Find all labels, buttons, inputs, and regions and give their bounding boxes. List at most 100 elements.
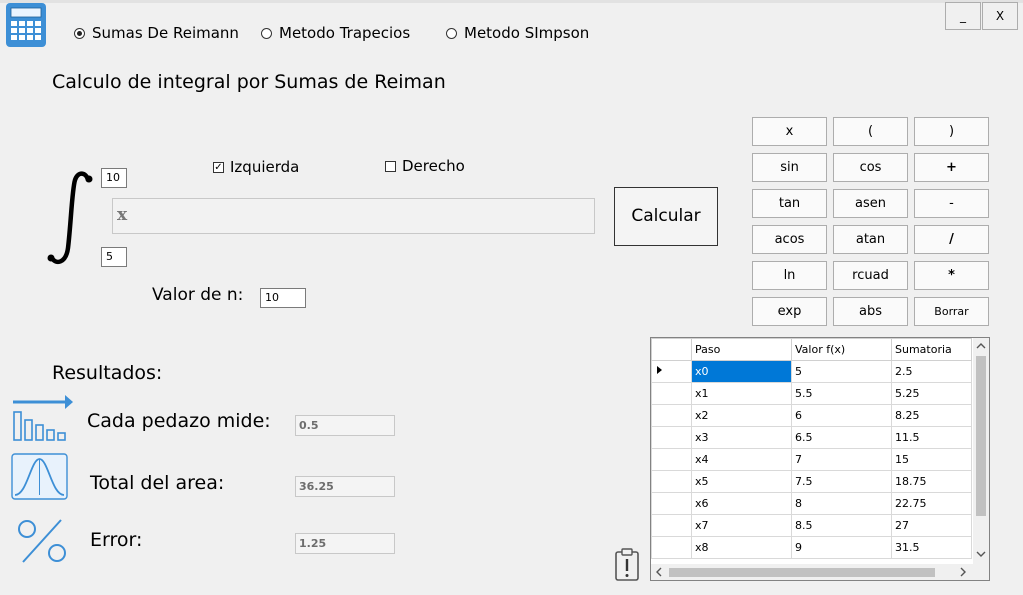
checkbox-checked-icon: ✓ <box>213 161 224 173</box>
key-tan[interactable]: tan <box>752 189 827 218</box>
upper-limit-input[interactable]: 10 <box>101 168 127 188</box>
key-cos[interactable]: cos <box>833 153 908 182</box>
key-open-paren[interactable]: ( <box>833 117 908 146</box>
calcular-button[interactable]: Calcular <box>614 187 718 246</box>
table-cell[interactable]: 8.25 <box>891 404 972 427</box>
results-heading: Resultados: <box>52 362 163 384</box>
table-row[interactable]: x8 9 31.5 <box>651 536 972 559</box>
row-header[interactable] <box>651 426 692 449</box>
table-cell[interactable]: 5 <box>791 360 892 383</box>
table-cell[interactable]: 5.25 <box>891 382 972 405</box>
horizontal-scrollbar[interactable] <box>651 564 989 580</box>
table-cell[interactable]: 5.5 <box>791 382 892 405</box>
key-asen[interactable]: asen <box>833 189 908 218</box>
table-cell[interactable]: 15 <box>891 448 972 471</box>
table-cell[interactable]: 6 <box>791 404 892 427</box>
table-cell[interactable]: 8.5 <box>791 514 892 537</box>
scroll-right-icon[interactable] <box>959 567 967 577</box>
table-cell[interactable]: x6 <box>691 492 792 515</box>
lower-limit-input[interactable]: 5 <box>101 247 127 267</box>
column-header-valor[interactable]: Valor f(x) <box>791 338 892 361</box>
scroll-left-icon[interactable] <box>655 567 663 577</box>
n-input[interactable]: 10 <box>260 288 306 308</box>
table-cell[interactable]: x3 <box>691 426 792 449</box>
table-cell[interactable]: 31.5 <box>891 536 972 559</box>
row-header[interactable] <box>651 470 692 493</box>
table-cell[interactable]: 8 <box>791 492 892 515</box>
table-cell[interactable]: x7 <box>691 514 792 537</box>
key-plus[interactable]: + <box>914 153 989 182</box>
scroll-down-icon[interactable] <box>976 550 986 558</box>
row-header[interactable] <box>651 514 692 537</box>
vertical-scrollbar[interactable] <box>973 338 989 564</box>
page-title: Calculo de integral por Sumas de Reiman <box>52 71 446 93</box>
table-cell[interactable]: 7 <box>791 448 892 471</box>
table-row[interactable]: x5 7.5 18.75 <box>651 470 972 493</box>
key-rcuad[interactable]: rcuad <box>833 261 908 290</box>
table-header-row: Paso Valor f(x) Sumatoria <box>651 338 972 361</box>
table-cell[interactable]: x8 <box>691 536 792 559</box>
key-minus[interactable]: - <box>914 189 989 218</box>
row-header[interactable] <box>651 404 692 427</box>
column-header-paso[interactable]: Paso <box>691 338 792 361</box>
row-header[interactable] <box>651 448 692 471</box>
table-cell[interactable]: x4 <box>691 448 792 471</box>
radio-metodo-simpson[interactable]: Metodo SImpson <box>446 23 589 43</box>
key-exp[interactable]: exp <box>752 297 827 326</box>
radio-sumas-riemann[interactable]: Sumas De Reimann <box>74 23 239 43</box>
key-abs[interactable]: abs <box>833 297 908 326</box>
table-row[interactable]: x4 7 15 <box>651 448 972 471</box>
key-acos[interactable]: acos <box>752 225 827 254</box>
key-multiply[interactable]: * <box>914 261 989 290</box>
table-row[interactable]: x3 6.5 11.5 <box>651 426 972 449</box>
table-cell[interactable]: 11.5 <box>891 426 972 449</box>
key-divide[interactable]: / <box>914 225 989 254</box>
error-label: Error: <box>90 529 143 551</box>
table-row[interactable]: x2 6 8.25 <box>651 404 972 427</box>
table-cell[interactable]: 22.75 <box>891 492 972 515</box>
table-cell[interactable]: 7.5 <box>791 470 892 493</box>
table-cell[interactable]: 9 <box>791 536 892 559</box>
key-close-paren[interactable]: ) <box>914 117 989 146</box>
table-row[interactable]: x6 8 22.75 <box>651 492 972 515</box>
key-atan[interactable]: atan <box>833 225 908 254</box>
table-cell[interactable]: x1 <box>691 382 792 405</box>
key-borrar[interactable]: Borrar <box>914 297 989 326</box>
table-cell[interactable]: x2 <box>691 404 792 427</box>
function-input[interactable]: x <box>112 198 595 234</box>
table-cell[interactable]: 18.75 <box>891 470 972 493</box>
table-cell[interactable]: 27 <box>891 514 972 537</box>
table-cell[interactable]: x0 <box>691 360 792 383</box>
table-cell[interactable]: 2.5 <box>891 360 972 383</box>
function-keypad: x ( ) sin cos + tan asen - acos atan / l… <box>752 117 992 329</box>
integral-icon <box>42 168 102 268</box>
key-ln[interactable]: ln <box>752 261 827 290</box>
key-sin[interactable]: sin <box>752 153 827 182</box>
checkbox-izquierda[interactable]: ✓ Izquierda <box>213 158 299 176</box>
table-cell[interactable]: x5 <box>691 470 792 493</box>
key-x[interactable]: x <box>752 117 827 146</box>
close-button[interactable]: X <box>982 2 1018 30</box>
radio-label: Sumas De Reimann <box>92 24 239 42</box>
minimize-button[interactable]: _ <box>945 2 981 30</box>
clipboard-alert-icon[interactable] <box>614 548 640 582</box>
results-table[interactable]: Paso Valor f(x) Sumatoria x0 5 2.5 x1 5.… <box>650 337 990 581</box>
table-row[interactable]: x7 8.5 27 <box>651 514 972 537</box>
scroll-up-icon[interactable] <box>976 342 986 350</box>
vertical-scroll-thumb[interactable] <box>976 356 986 516</box>
radio-metodo-trapecios[interactable]: Metodo Trapecios <box>261 23 410 43</box>
checkbox-derecho[interactable]: Derecho <box>385 157 465 175</box>
table-cell[interactable]: 6.5 <box>791 426 892 449</box>
checkbox-label: Izquierda <box>230 158 300 176</box>
row-header-current[interactable] <box>651 360 692 383</box>
row-header[interactable] <box>651 492 692 515</box>
horizontal-scroll-thumb[interactable] <box>669 568 935 577</box>
column-header-sumatoria[interactable]: Sumatoria <box>891 338 972 361</box>
row-header[interactable] <box>651 382 692 405</box>
row-header[interactable] <box>651 536 692 559</box>
area-label: Total del area: <box>90 472 225 494</box>
table-row[interactable]: x0 5 2.5 <box>651 360 972 383</box>
piece-label: Cada pedazo mide: <box>87 410 271 432</box>
table-row[interactable]: x1 5.5 5.25 <box>651 382 972 405</box>
radio-label: Metodo SImpson <box>464 24 590 42</box>
